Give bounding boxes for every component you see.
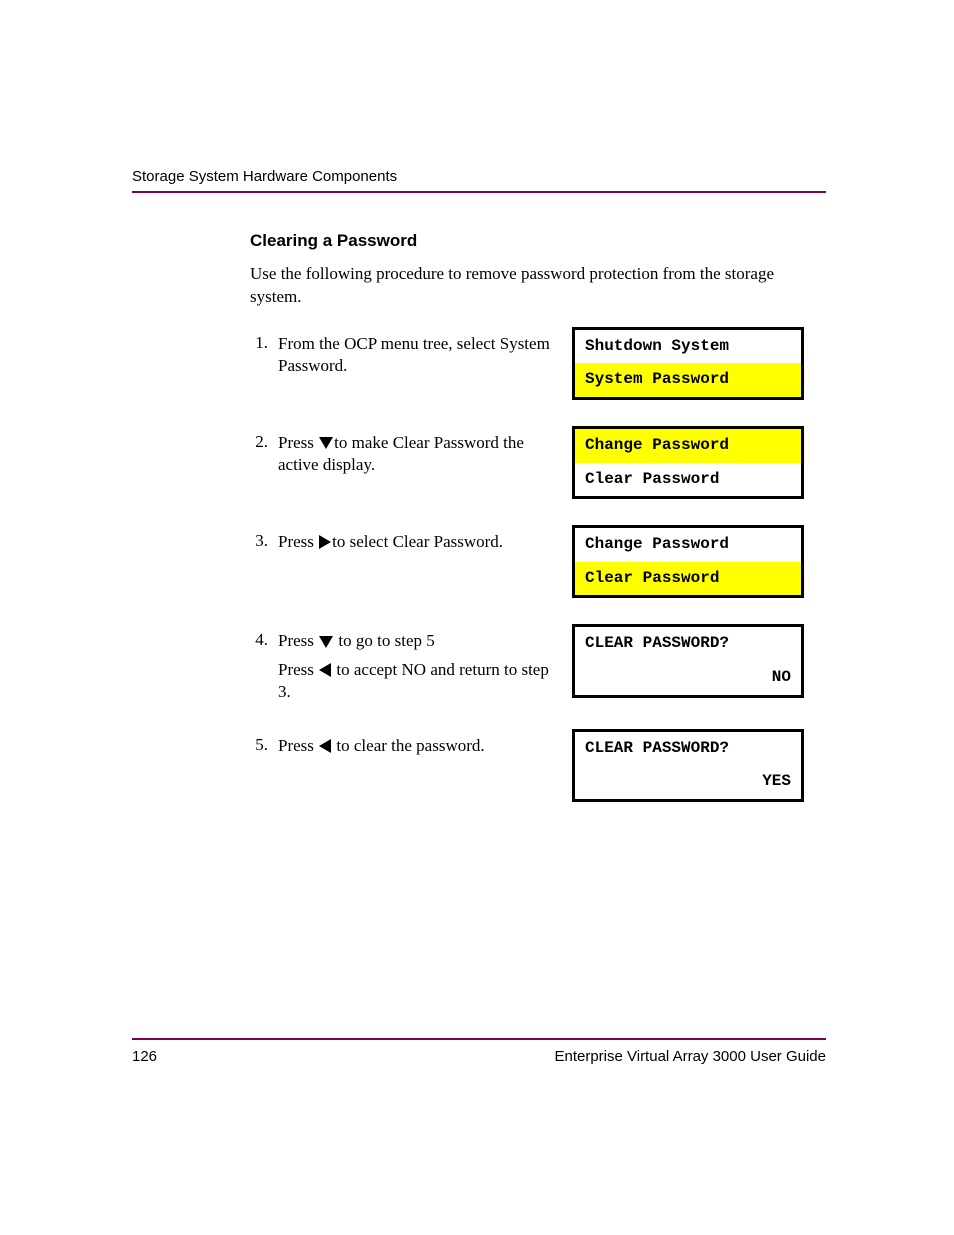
triangle-down-icon [319,437,333,449]
page: Storage System Hardware Components Clear… [0,0,954,802]
footer-rule [132,1038,826,1040]
running-header: Storage System Hardware Components [132,168,826,185]
step-5: 5. Press to clear the password. CLEAR PA… [250,729,826,802]
lcd-row: Shutdown System [575,330,801,364]
doc-title: Enterprise Virtual Array 3000 User Guide [554,1048,826,1065]
step-text: Press to select Clear Password. [278,531,558,553]
text-prefix: Press [278,631,318,650]
step-2: 2. Press to make Clear Password the acti… [250,426,826,499]
text-suffix: to clear the password. [332,736,484,755]
header-rule [132,191,826,193]
step-text: Press to clear the password. [278,735,558,757]
triangle-left-icon [319,663,331,677]
step-text: From the OCP menu tree, select System Pa… [278,333,558,377]
text-suffix: to select Clear Password. [332,532,503,551]
step-number: 5. [250,735,278,757]
triangle-down-icon [319,636,333,648]
text-prefix: Press [278,736,318,755]
step-1: 1. From the OCP menu tree, select System… [250,327,826,400]
step-text: Press to make Clear Password the active … [278,432,558,476]
lcd-row: Clear Password [575,463,801,497]
step-text: Press to go to step 5 Press to accept NO… [278,630,558,702]
lcd-row-highlighted: System Password [575,363,801,397]
text-prefix: Press [278,660,318,679]
lcd-row: CLEAR PASSWORD? [575,732,801,766]
intro-paragraph: Use the following procedure to remove pa… [250,263,826,309]
text-prefix: Press [278,433,318,452]
step-4: 4. Press to go to step 5 Press to accept… [250,624,826,702]
lcd-row: YES [575,765,801,799]
lcd-row: NO [575,661,801,695]
page-number: 126 [132,1048,157,1065]
step-number: 4. [250,630,278,702]
step-number: 3. [250,531,278,553]
lcd-row-highlighted: Change Password [575,429,801,463]
section-heading: Clearing a Password [250,231,826,251]
lcd-row: Change Password [575,528,801,562]
lcd-row: CLEAR PASSWORD? [575,627,801,661]
lcd-display: Shutdown System System Password [572,327,804,400]
text-suffix: to go to step 5 [334,631,435,650]
content: Clearing a Password Use the following pr… [132,231,826,802]
lcd-display: Change Password Clear Password [572,525,804,598]
lcd-display: Change Password Clear Password [572,426,804,499]
lcd-display: CLEAR PASSWORD? YES [572,729,804,802]
step-number: 1. [250,333,278,377]
page-footer: 126 Enterprise Virtual Array 3000 User G… [132,1038,826,1065]
triangle-right-icon [319,535,331,549]
triangle-left-icon [319,739,331,753]
text-prefix: Press [278,532,318,551]
lcd-display: CLEAR PASSWORD? NO [572,624,804,697]
step-3: 3. Press to select Clear Password. Chang… [250,525,826,598]
step-number: 2. [250,432,278,476]
lcd-row-highlighted: Clear Password [575,562,801,596]
